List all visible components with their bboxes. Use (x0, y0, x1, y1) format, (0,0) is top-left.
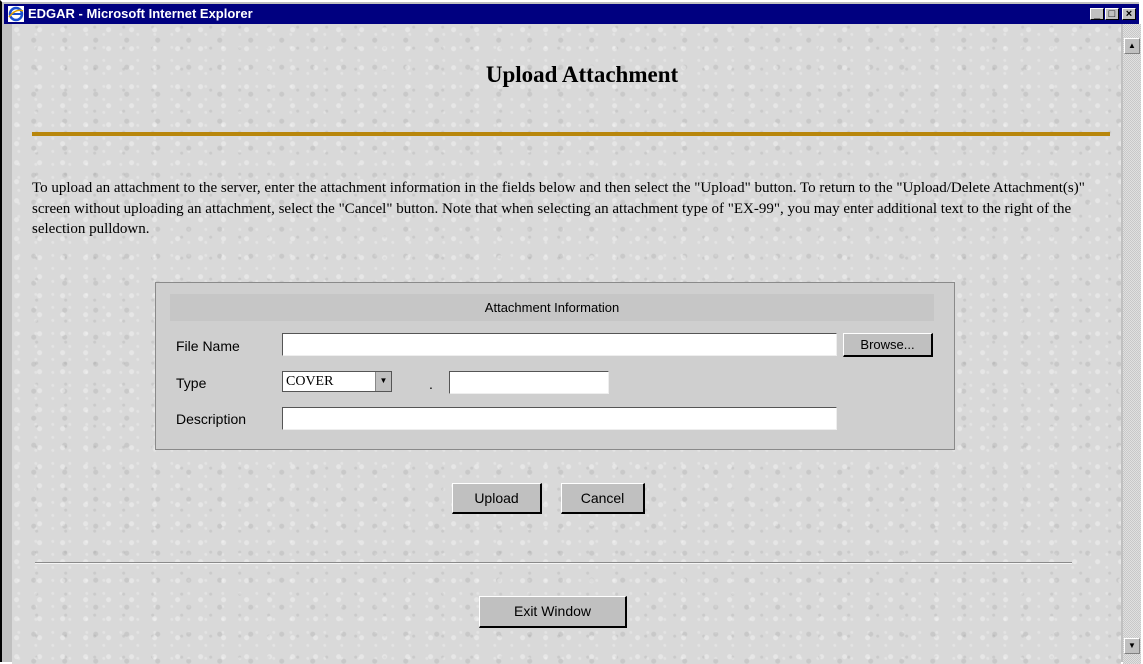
type-selected-value: COVER (286, 374, 334, 389)
exit-window-button[interactable]: Exit Window (479, 596, 627, 628)
browser-window: EDGAR - Microsoft Internet Explorer _ □ … (0, 0, 1141, 664)
internet-explorer-icon (8, 6, 24, 22)
title-bar[interactable]: EDGAR - Microsoft Internet Explorer _ □ … (4, 4, 1139, 24)
page-content: Upload Attachment To upload an attachmen… (12, 24, 1121, 664)
type-separator: . (429, 376, 433, 392)
type-extra-input[interactable] (449, 371, 609, 394)
upload-button[interactable]: Upload (452, 483, 542, 514)
type-label: Type (176, 375, 207, 391)
chevron-down-icon[interactable]: ▼ (375, 372, 391, 391)
vertical-scrollbar[interactable]: ▲ ▼ (1123, 24, 1141, 664)
close-button[interactable]: × (1122, 8, 1136, 20)
file-name-input[interactable] (282, 333, 837, 356)
cancel-button[interactable]: Cancel (561, 483, 645, 514)
window-title: EDGAR - Microsoft Internet Explorer (28, 6, 253, 21)
maximize-button[interactable]: □ (1105, 8, 1119, 20)
scroll-up-icon[interactable]: ▲ (1124, 38, 1140, 54)
type-select[interactable]: COVER ▼ (282, 371, 392, 392)
attachment-information-panel: Attachment Information File Name Browse.… (155, 282, 955, 450)
browse-button[interactable]: Browse... (843, 333, 933, 357)
title-divider (32, 132, 1110, 136)
minimize-button[interactable]: _ (1090, 8, 1104, 20)
footer-divider (35, 562, 1072, 564)
instructions-text: To upload an attachment to the server, e… (32, 180, 1085, 237)
file-name-label: File Name (176, 338, 240, 354)
description-input[interactable] (282, 407, 837, 430)
scroll-down-icon[interactable]: ▼ (1124, 638, 1140, 654)
page-title: Upload Attachment (485, 62, 679, 87)
panel-header: Attachment Information (170, 294, 934, 321)
description-label: Description (176, 411, 247, 427)
